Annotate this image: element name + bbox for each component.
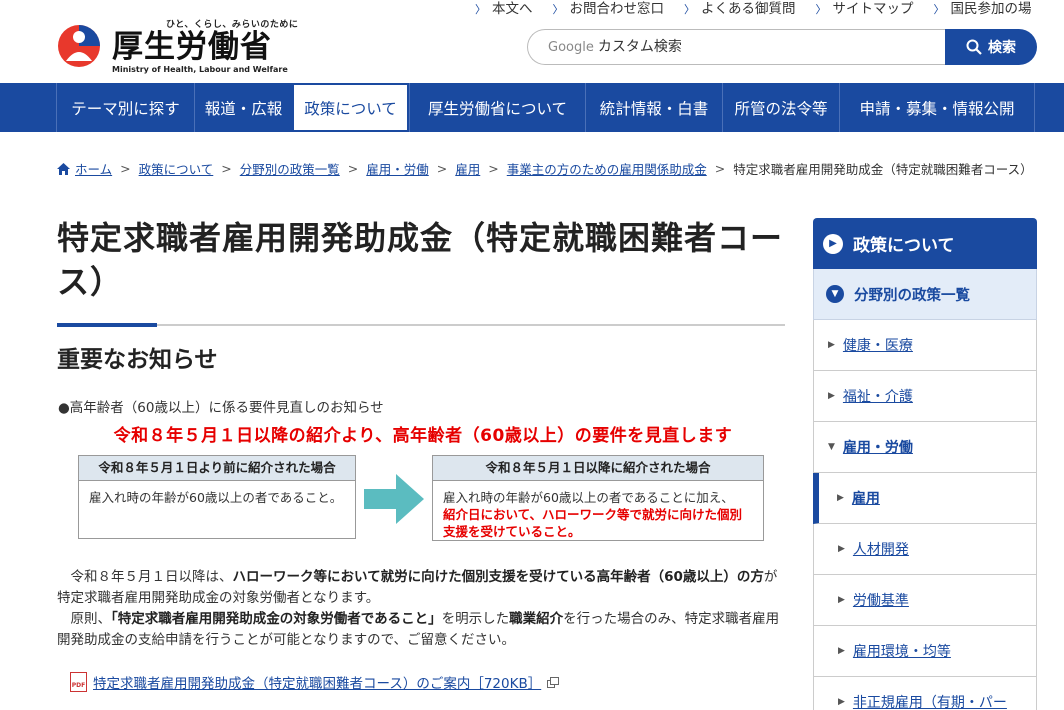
util-link-contact[interactable]: 〉お問合わせ窓口	[543, 0, 675, 20]
home-icon	[57, 162, 70, 175]
sidebar-item-equality[interactable]: ▶ 雇用環境・均等	[813, 626, 1037, 677]
page-title: 特定求職者雇用開発助成金（特定就職困難者コース）	[57, 219, 784, 301]
notice-line: ●高年齢者（60歳以上）に係る要件見直しのお知らせ	[58, 400, 384, 416]
sidebar-heading[interactable]: ▶ 政策について	[813, 218, 1037, 269]
chevron-right-icon: ▶	[823, 233, 843, 254]
chevron-right-icon: 〉	[475, 3, 486, 16]
site-logo[interactable]: ひと、くらし、みらいのために 厚生労働省 Ministry of Health,…	[56, 17, 298, 74]
triangle-right-icon: ▶	[837, 493, 844, 503]
nav-item-themes[interactable]: テーマ別に探す	[56, 83, 194, 132]
util-link-participation[interactable]: 〉国民参加の場	[924, 0, 1042, 20]
pdf-download-link[interactable]: 特定求職者雇用開発助成金（特定就職困難者コース）のご案内［720KB］	[93, 672, 541, 692]
requirement-box-after: 令和８年５月１日以降に紹介された場合 雇入れ時の年齢が60歳以上の者であることに…	[432, 455, 764, 541]
sidebar-item-labour-standards[interactable]: ▶ 労働基準	[813, 575, 1037, 626]
util-link-main-text[interactable]: 〉本文へ	[465, 0, 543, 20]
triangle-right-icon: ▶	[838, 697, 845, 707]
utility-links: 〉本文へ 〉お問合わせ窓口 〉よくある御質問 〉サイトマップ 〉国民参加の場	[465, 0, 1042, 20]
search-placeholder: カスタム検索	[597, 39, 682, 55]
breadcrumb-home[interactable]: ホーム	[75, 159, 112, 178]
chevron-right-icon: 〉	[552, 3, 564, 16]
section-heading: 重要なお知らせ	[57, 347, 218, 373]
ministry-logo-icon	[58, 25, 100, 67]
body-paragraph: 令和８年５月１日以降は、ハローワーク等において就労に向けた個別支援を受けている高…	[57, 567, 787, 651]
breadcrumb-policy-list[interactable]: 分野別の政策一覧	[240, 159, 340, 178]
breadcrumb-policy[interactable]: 政策について	[139, 159, 214, 178]
triangle-down-icon: ▼	[828, 442, 835, 452]
search-icon	[966, 39, 982, 55]
box-after-heading: 令和８年５月１日以降に紹介された場合	[433, 456, 763, 481]
logo-name: 厚生労働省	[112, 29, 272, 65]
nav-item-statistics[interactable]: 統計情報・白書	[585, 83, 722, 132]
paragraph-2: 原則、「特定求職者雇用開発助成金の対象労働者であること」を明示した職業紹介を行っ…	[57, 611, 780, 648]
chevron-down-icon: ▼	[826, 285, 844, 303]
sidebar-item-hr-development[interactable]: ▶ 人材開発	[813, 524, 1037, 575]
arrow-right-icon	[364, 474, 424, 524]
sidebar-subheading[interactable]: ▼ 分野別の政策一覧	[813, 269, 1037, 320]
triangle-right-icon: ▶	[828, 340, 835, 350]
sidebar: ▶ 政策について ▼ 分野別の政策一覧 ▶ 健康・医療 ▶ 福祉・介護 ▼ 雇用・労働…	[813, 218, 1037, 710]
chevron-right-icon: 〉	[684, 3, 695, 16]
triangle-right-icon: ▶	[838, 646, 845, 656]
pdf-download: PDF 特定求職者雇用開発助成金（特定就職困難者コース）のご案内［720KB］	[70, 672, 560, 692]
site-header: ひと、くらし、みらいのために 厚生労働省 Ministry of Health,…	[0, 0, 1064, 83]
nav-item-policy[interactable]: 政策について	[292, 83, 409, 132]
logo-english: Ministry of Health, Labour and Welfare	[112, 65, 288, 74]
util-link-sitemap[interactable]: 〉サイトマップ	[806, 0, 924, 20]
global-nav: テーマ別に探す 報道・広報 政策について 厚生労働省について 統計情報・白書 所…	[0, 83, 1064, 132]
search-input[interactable]: Google カスタム検索	[527, 29, 947, 65]
breadcrumb-subsidies[interactable]: 事業主の方のための雇用関係助成金	[507, 159, 707, 178]
sidebar-item-nonregular[interactable]: ▶ 非正規雇用（有期・パー	[813, 677, 1037, 710]
new-window-icon	[547, 676, 560, 688]
paragraph-1: 令和８年５月１日以降は、ハローワーク等において就労に向けた個別支援を受けている高…	[57, 569, 778, 606]
pdf-icon: PDF	[70, 672, 87, 692]
triangle-right-icon: ▶	[838, 544, 845, 554]
chevron-right-icon: 〉	[933, 3, 945, 16]
search-form: Google カスタム検索 検索	[527, 29, 1037, 65]
sidebar-item-health[interactable]: ▶ 健康・医療	[813, 320, 1037, 371]
sidebar-item-welfare[interactable]: ▶ 福祉・介護	[813, 371, 1037, 422]
box-before-body: 雇入れ時の年齢が60歳以上の者であること。	[89, 490, 343, 505]
breadcrumb-current: 特定求職者雇用開発助成金（特定就職困難者コース）	[733, 162, 1033, 177]
nav-item-about[interactable]: 厚生労働省について	[409, 83, 585, 132]
title-divider	[57, 323, 785, 327]
chevron-right-icon: 〉	[815, 3, 827, 16]
sidebar-item-employment[interactable]: ▶ 雇用	[813, 473, 1037, 524]
breadcrumb: ホーム > 政策について > 分野別の政策一覧 > 雇用・労働 > 雇用 > 事…	[57, 159, 1033, 178]
util-link-faq[interactable]: 〉よくある御質問	[674, 0, 806, 20]
requirement-box-before: 令和８年５月１日より前に紹介された場合 雇入れ時の年齢が60歳以上の者であること…	[78, 455, 356, 539]
box-after-body: 雇入れ時の年齢が60歳以上の者であることに加え、 紹介日において、ハローワーク等…	[443, 490, 743, 539]
search-button[interactable]: 検索	[945, 29, 1037, 65]
google-label: Google	[548, 40, 594, 55]
box-after-highlight: 紹介日において、ハローワーク等で就労に向けた個別支援を受けていること。	[443, 507, 743, 539]
breadcrumb-employment-labour[interactable]: 雇用・労働	[366, 159, 429, 178]
nav-item-press[interactable]: 報道・広報	[194, 83, 292, 132]
breadcrumb-employment[interactable]: 雇用	[455, 159, 480, 178]
triangle-right-icon: ▶	[828, 391, 835, 401]
nav-item-laws[interactable]: 所管の法令等	[722, 83, 839, 132]
triangle-right-icon: ▶	[838, 595, 845, 605]
box-before-heading: 令和８年５月１日より前に紹介された場合	[79, 456, 355, 481]
nav-item-applications[interactable]: 申請・募集・情報公開	[839, 83, 1035, 132]
alert-banner: 令和８年５月１日以降の紹介より、高年齢者（60歳以上）の要件を見直します	[113, 426, 733, 446]
sidebar-item-employment-labour[interactable]: ▼ 雇用・労働	[813, 422, 1037, 473]
